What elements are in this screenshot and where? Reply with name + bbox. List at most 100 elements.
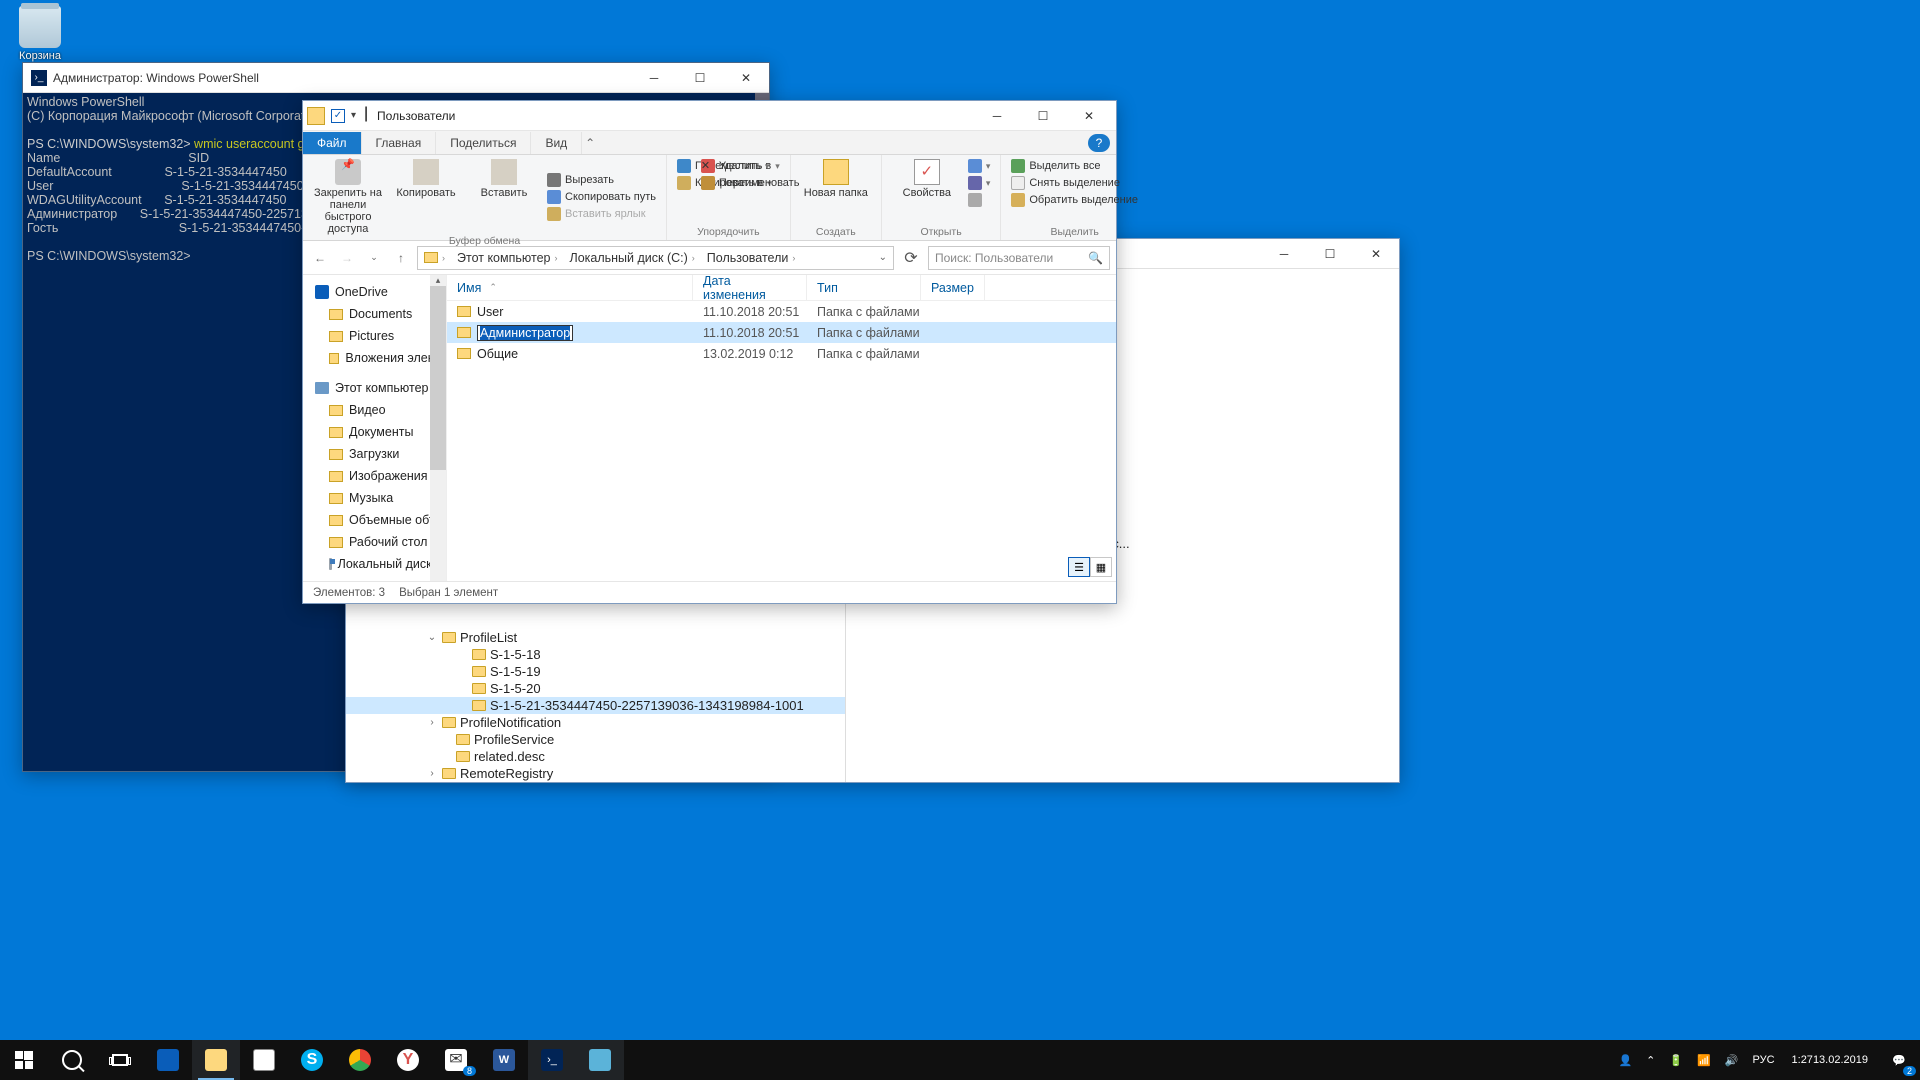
this-pc-icon xyxy=(315,382,329,394)
taskbar-regedit[interactable] xyxy=(576,1040,624,1080)
regedit-selected-key[interactable]: S-1-5-21-3534447450-2257139036-134319898… xyxy=(346,697,845,714)
explorer-qat: ✓ ▾ | Пользователи ─ ☐ ✕ xyxy=(303,101,1116,131)
open-dropdown[interactable]: ▾ xyxy=(968,159,991,173)
cut-button[interactable]: Вырезать xyxy=(547,173,656,187)
pastelink-icon xyxy=(547,207,561,221)
copypath-icon xyxy=(547,190,561,204)
powershell-titlebar[interactable]: ›_ Администратор: Windows PowerShell ─ ☐… xyxy=(23,63,769,93)
copy-path-button[interactable]: Скопировать путь xyxy=(547,190,656,204)
rename-button[interactable]: Переименовать xyxy=(701,176,800,190)
breadcrumb-dropdown[interactable]: ⌄ xyxy=(873,252,893,263)
col-name[interactable]: Имя⌃ xyxy=(447,275,693,300)
new-folder-button[interactable]: Новая папка xyxy=(801,159,871,199)
invert-selection-button[interactable]: Обратить выделение xyxy=(1011,193,1138,207)
tab-home[interactable]: Главная xyxy=(362,132,437,154)
qat-checkbox[interactable]: ✓ xyxy=(331,109,345,123)
col-size[interactable]: Размер xyxy=(921,275,985,300)
minimize-button[interactable]: ─ xyxy=(631,63,677,92)
tab-share[interactable]: Поделиться xyxy=(436,132,531,154)
search-button[interactable] xyxy=(48,1040,96,1080)
ribbon-collapse[interactable]: ⌃ xyxy=(582,136,598,150)
back-button[interactable]: ← xyxy=(309,247,331,269)
taskbar-yandex[interactable]: Y xyxy=(384,1040,432,1080)
taskbar-explorer[interactable] xyxy=(192,1040,240,1080)
history-icon xyxy=(968,193,982,207)
tab-view[interactable]: Вид xyxy=(531,132,582,154)
details-view-button[interactable]: ☰ xyxy=(1068,557,1090,577)
paste-shortcut-button[interactable]: Вставить ярлык xyxy=(547,207,656,221)
edit-icon xyxy=(968,176,982,190)
explorer-window: ✓ ▾ | Пользователи ─ ☐ ✕ Файл Главная По… xyxy=(302,100,1117,604)
taskbar-edge[interactable] xyxy=(144,1040,192,1080)
navpane-scrollbar[interactable]: ▴ xyxy=(430,275,446,581)
folder-icon xyxy=(329,427,343,438)
people-icon: 👤 xyxy=(1618,1054,1632,1067)
qat-dropdown[interactable]: ▾ xyxy=(351,110,356,121)
col-type[interactable]: Тип xyxy=(807,275,921,300)
folder-icon xyxy=(329,537,343,548)
search-input[interactable]: Поиск: Пользователи 🔍 xyxy=(928,246,1110,270)
taskbar-store[interactable] xyxy=(240,1040,288,1080)
crumb-users[interactable]: Пользователи› xyxy=(701,251,802,265)
breadcrumb[interactable]: › Этот компьютер› Локальный диск (C:)› П… xyxy=(417,246,894,270)
refresh-button[interactable]: ⟳ xyxy=(899,246,923,270)
taskbar-mail[interactable]: ✉8 xyxy=(432,1040,480,1080)
paste-button[interactable]: Вставить xyxy=(469,159,539,235)
close-button[interactable]: ✕ xyxy=(1066,101,1112,131)
tray-time: 1:27 xyxy=(1792,1054,1813,1067)
select-all-button[interactable]: Выделить все xyxy=(1011,159,1138,173)
maximize-button[interactable]: ☐ xyxy=(1307,239,1353,268)
table-row[interactable]: User 11.10.2018 20:51 Папка с файлами xyxy=(447,301,1116,322)
folder-icon xyxy=(329,405,343,416)
start-button[interactable] xyxy=(0,1040,48,1080)
taskbar-skype[interactable]: S xyxy=(288,1040,336,1080)
taskbar-powershell[interactable]: ›_ xyxy=(528,1040,576,1080)
edit-button[interactable]: ▾ xyxy=(968,176,991,190)
col-date[interactable]: Дата изменения xyxy=(693,275,807,300)
tray-volume[interactable]: 🔊 xyxy=(1718,1040,1746,1080)
tray-clock[interactable]: 1:27 13.02.2019 xyxy=(1782,1040,1878,1080)
tab-file[interactable]: Файл xyxy=(303,132,362,154)
task-view-button[interactable] xyxy=(96,1040,144,1080)
powershell-icon: ›_ xyxy=(541,1049,563,1071)
tray-battery[interactable]: 🔋 xyxy=(1662,1040,1690,1080)
history-button[interactable] xyxy=(968,193,991,207)
properties-button[interactable]: Свойства xyxy=(892,159,962,207)
maximize-button[interactable]: ☐ xyxy=(677,63,723,92)
delete-button[interactable]: ✕Удалить▾ xyxy=(701,159,800,173)
forward-button[interactable]: → xyxy=(336,247,358,269)
crumb-this-pc[interactable]: Этот компьютер› xyxy=(451,251,563,265)
select-none-button[interactable]: Снять выделение xyxy=(1011,176,1138,190)
close-button[interactable]: ✕ xyxy=(1353,239,1399,268)
column-headers[interactable]: Имя⌃ Дата изменения Тип Размер xyxy=(447,275,1116,301)
recent-locations[interactable]: ⌄ xyxy=(363,247,385,269)
minimize-button[interactable]: ─ xyxy=(974,101,1020,131)
copy-button[interactable]: Копировать xyxy=(391,159,461,235)
close-button[interactable]: ✕ xyxy=(723,63,769,92)
folder-icon xyxy=(329,471,343,482)
table-row[interactable]: Администратор 11.10.2018 20:51 Папка с ф… xyxy=(447,322,1116,343)
pin-to-quick-access-button[interactable]: 📌Закрепить на панели быстрого доступа xyxy=(313,159,383,235)
file-list[interactable]: Имя⌃ Дата изменения Тип Размер User 11.1… xyxy=(447,275,1116,581)
nav-pane[interactable]: OneDrive Documents Pictures Вложения эле… xyxy=(303,275,447,581)
taskbar-word[interactable]: W xyxy=(480,1040,528,1080)
maximize-button[interactable]: ☐ xyxy=(1020,101,1066,131)
rename-input[interactable]: Администратор xyxy=(477,325,573,341)
word-icon: W xyxy=(493,1049,515,1071)
minimize-button[interactable]: ─ xyxy=(1261,239,1307,268)
crumb-local-disk[interactable]: Локальный диск (C:)› xyxy=(563,251,700,265)
tray-notifications[interactable]: 💬 2 xyxy=(1878,1040,1920,1080)
wifi-icon: 📶 xyxy=(1697,1054,1711,1067)
help-button[interactable]: ? xyxy=(1088,134,1110,152)
folder-icon xyxy=(457,348,471,359)
tray-people[interactable]: 👤 xyxy=(1611,1040,1639,1080)
table-row[interactable]: Общие 13.02.2019 0:12 Папка с файлами xyxy=(447,343,1116,364)
onedrive-icon xyxy=(315,285,329,299)
tray-wifi[interactable]: 📶 xyxy=(1690,1040,1718,1080)
tray-overflow[interactable]: ⌃ xyxy=(1639,1040,1662,1080)
recycle-bin[interactable]: Корзина xyxy=(10,6,70,62)
up-button[interactable]: ↑ xyxy=(390,247,412,269)
tray-language[interactable]: РУС xyxy=(1745,1040,1781,1080)
icons-view-button[interactable]: ▦ xyxy=(1090,557,1112,577)
taskbar-chrome[interactable] xyxy=(336,1040,384,1080)
